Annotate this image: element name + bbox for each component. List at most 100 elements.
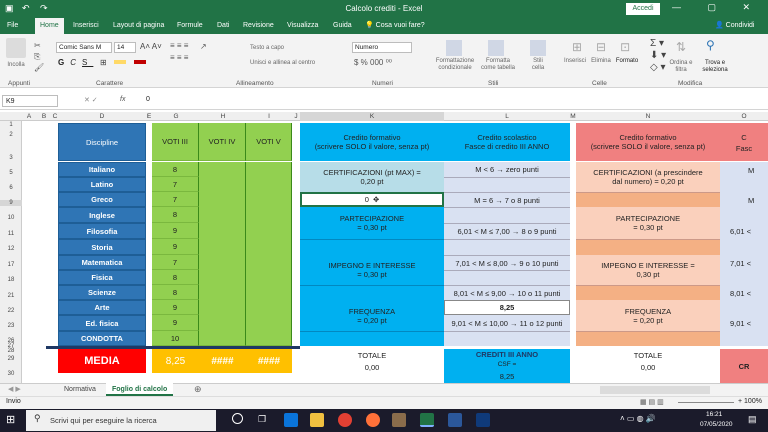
- row-header[interactable]: 23: [0, 323, 22, 329]
- grade-cell[interactable]: 8: [152, 270, 199, 285]
- chrome-icon[interactable]: [338, 413, 352, 427]
- grade-cell[interactable]: 8: [152, 285, 199, 300]
- subject-cell[interactable]: Greco: [58, 192, 146, 207]
- o-crediti[interactable]: CR: [720, 349, 768, 383]
- col-header-a[interactable]: A: [22, 112, 36, 121]
- subject-cell[interactable]: Latino: [58, 177, 146, 192]
- find-select-button[interactable]: Trova e seleziona: [698, 60, 732, 74]
- cond-format-button[interactable]: Formattazione condizionale: [434, 58, 476, 72]
- row-header[interactable]: 11: [0, 231, 22, 237]
- l-crediti-label[interactable]: CREDITI III ANNO: [444, 349, 570, 359]
- n-part-label[interactable]: PARTECIPAZIONE = 0,30 pt: [576, 207, 720, 239]
- n-freq-input[interactable]: [576, 331, 720, 346]
- row-header[interactable]: 6: [0, 185, 22, 191]
- grade-cell[interactable]: 10: [152, 331, 199, 346]
- row-header[interactable]: 3: [0, 155, 22, 161]
- number-format-select[interactable]: Numero: [352, 42, 412, 53]
- n-cert-input[interactable]: [576, 192, 720, 207]
- k-freq-input[interactable]: [300, 331, 444, 346]
- k-totale-label[interactable]: TOTALE: [300, 349, 444, 361]
- notifications-icon[interactable]: ▤: [748, 414, 757, 425]
- sheet-tab-foglio[interactable]: Foglio di calcolo: [106, 383, 174, 396]
- cell-styles-button[interactable]: Stili cella: [528, 58, 548, 72]
- fx-icon[interactable]: fx: [120, 96, 125, 103]
- tab-help[interactable]: Guida: [328, 18, 357, 34]
- l-band-2[interactable]: M = 6 → 7 o 8 punti: [444, 192, 570, 207]
- clipboard-icon[interactable]: [6, 38, 26, 58]
- l-blank[interactable]: [444, 177, 570, 192]
- l-csf-value[interactable]: 8,25: [444, 369, 570, 383]
- taskbar-time[interactable]: 16:21: [706, 411, 722, 418]
- windows-start-icon[interactable]: ⊞: [6, 413, 15, 426]
- subject-cell[interactable]: Ed. fisica: [58, 315, 146, 331]
- edge-icon[interactable]: [284, 413, 298, 427]
- grade-cell[interactable]: 7: [152, 192, 199, 207]
- sheet-tab-normativa[interactable]: Normativa: [58, 383, 102, 396]
- row-header[interactable]: 9: [0, 200, 22, 206]
- subject-cell[interactable]: Arte: [58, 300, 146, 315]
- n-freq-label[interactable]: FREQUENZA = 0,20 pt: [576, 300, 720, 331]
- media-label[interactable]: MEDIA: [58, 349, 146, 373]
- n-header[interactable]: Credito formativo (scrivere SOLO il valo…: [576, 123, 720, 161]
- subject-cell[interactable]: Inglese: [58, 207, 146, 223]
- fill-color-icon[interactable]: [114, 60, 126, 64]
- tray-icons[interactable]: ˄ ▭ ◍ 🔊: [620, 414, 656, 423]
- col-header-d[interactable]: D: [58, 112, 146, 121]
- n-totale-value[interactable]: 0,00: [576, 361, 720, 373]
- l-blank[interactable]: [444, 270, 570, 285]
- row-header[interactable]: 22: [0, 308, 22, 314]
- k-cert-label[interactable]: CERTIFICAZIONI (pt MAX) = 0,20 pt: [300, 162, 444, 192]
- clipboard-tools[interactable]: ✂ ⎘ 🖌: [34, 40, 44, 73]
- row-header[interactable]: 18: [0, 277, 22, 283]
- row-header[interactable]: 17: [0, 262, 22, 268]
- row-header[interactable]: 1: [0, 122, 22, 128]
- cortana-icon[interactable]: [232, 413, 243, 424]
- tab-home[interactable]: Home: [35, 18, 64, 34]
- tab-formulas[interactable]: Formule: [172, 18, 208, 34]
- tab-file[interactable]: File: [2, 18, 23, 34]
- row-header[interactable]: 10: [0, 215, 22, 221]
- taskbar-date[interactable]: 07/05/2020: [700, 421, 733, 428]
- k-impegno-label[interactable]: IMPEGNO E INTERESSE = 0,30 pt: [300, 255, 444, 285]
- table-format-button[interactable]: Formatta come tabella: [478, 58, 518, 72]
- tell-me-search[interactable]: 💡 Cosa vuoi fare?: [360, 18, 430, 34]
- n-totale-label[interactable]: TOTALE: [576, 349, 720, 361]
- font-color-icon[interactable]: [134, 60, 146, 64]
- n-impegno-label[interactable]: IMPEGNO E INTERESSE = 0,30 pt: [576, 255, 720, 285]
- horizontal-scrollbar[interactable]: [600, 386, 710, 394]
- media-voti5[interactable]: ####: [246, 349, 292, 373]
- task-view-icon[interactable]: ❐: [258, 414, 266, 425]
- row-header[interactable]: 30: [0, 371, 22, 377]
- grade-cell[interactable]: 9: [152, 223, 199, 239]
- name-box[interactable]: K9: [2, 95, 58, 107]
- l-band-4[interactable]: 7,01 < M ≤ 8,00 → 9 o 10 punti: [444, 255, 570, 270]
- l-blank[interactable]: [444, 331, 570, 346]
- excel-taskbar-icon[interactable]: [420, 413, 434, 427]
- l-blank[interactable]: [444, 207, 570, 223]
- window-controls[interactable]: — ▢ ✕: [672, 2, 762, 13]
- subject-cell[interactable]: Scienze: [58, 285, 146, 300]
- subject-cell[interactable]: CONDOTTA: [58, 331, 146, 346]
- col-header-j[interactable]: J: [292, 112, 300, 121]
- file-explorer-icon[interactable]: [310, 413, 324, 427]
- subject-cell[interactable]: Filosofia: [58, 223, 146, 239]
- word-icon[interactable]: [448, 413, 462, 427]
- k-totale-value[interactable]: 0,00: [300, 361, 444, 373]
- n-impegno-input[interactable]: [576, 285, 720, 300]
- n-cert-label[interactable]: CERTIFICAZIONI (a prescindere dal numero…: [576, 162, 720, 192]
- font-grow-shrink[interactable]: A˄ A˅: [140, 42, 162, 51]
- row-header[interactable]: 28: [0, 348, 22, 354]
- zoom-slider[interactable]: [678, 402, 734, 403]
- signin-button[interactable]: Accedi: [626, 3, 660, 15]
- row-header[interactable]: 29: [0, 356, 22, 362]
- col-header-b[interactable]: B: [36, 112, 52, 121]
- tab-view[interactable]: Visualizza: [282, 18, 323, 34]
- col-header-i[interactable]: I: [246, 112, 292, 121]
- k-freq-label[interactable]: FREQUENZA = 0,20 pt: [300, 300, 444, 331]
- l-band-1[interactable]: M < 6 → zero punti: [444, 162, 570, 177]
- subject-cell[interactable]: Storia: [58, 239, 146, 255]
- l-band-6[interactable]: 9,01 < M ≤ 10,00 → 11 o 12 punti: [444, 315, 570, 331]
- app-icon-blue[interactable]: [476, 413, 490, 427]
- grade-cell[interactable]: 8: [152, 207, 199, 223]
- voti4-header[interactable]: VOTI IV: [199, 123, 246, 161]
